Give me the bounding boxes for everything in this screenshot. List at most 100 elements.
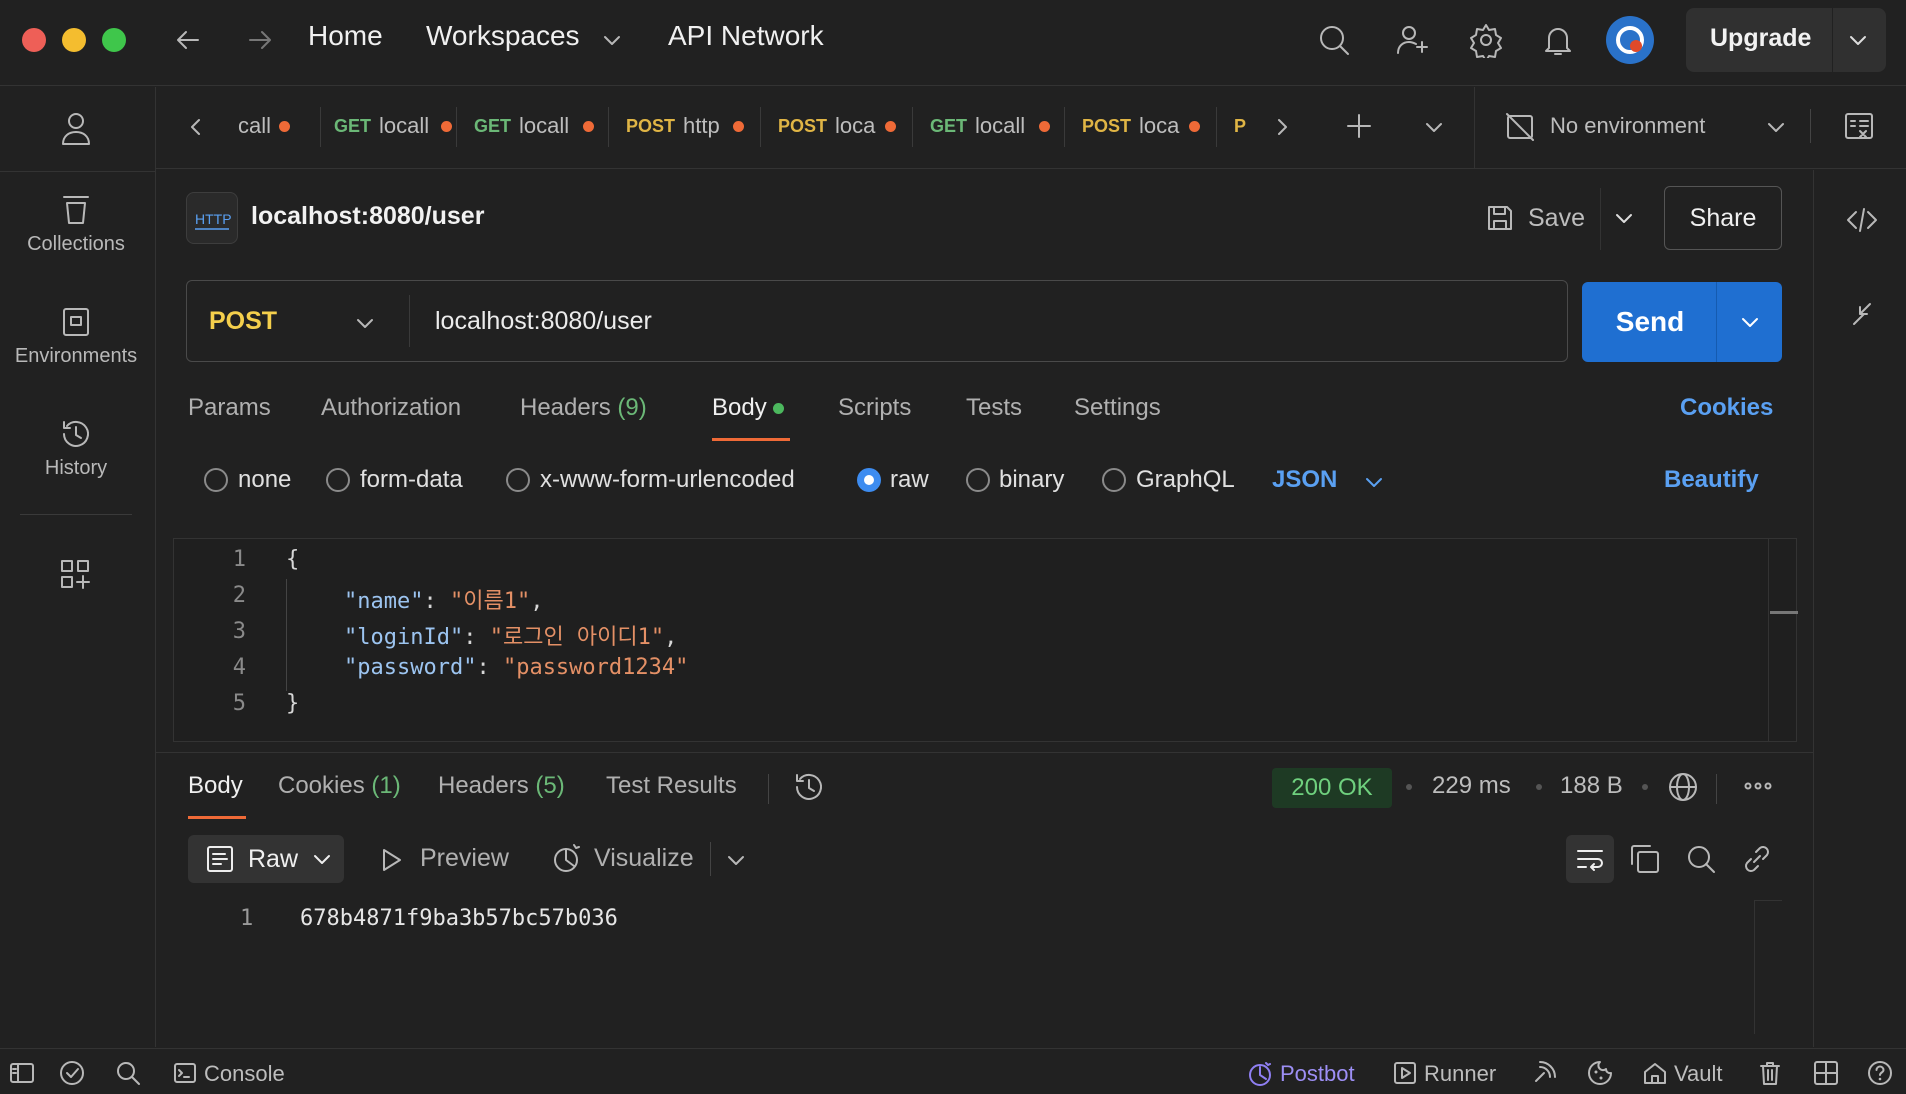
response-tab-body[interactable]: Body <box>188 772 243 800</box>
url-input[interactable]: localhost:8080/user <box>435 307 652 336</box>
request-tab[interactable]: GET locall <box>930 111 1060 141</box>
notifications-bell-icon[interactable] <box>1540 22 1576 58</box>
chevron-down-icon[interactable] <box>600 28 624 52</box>
related-collapse-icon[interactable] <box>1846 298 1878 330</box>
request-body-editor[interactable]: 1 2 3 4 5 { "name": "이름1", "loginId": "로… <box>173 538 1798 742</box>
network-globe-icon[interactable] <box>1666 770 1700 804</box>
tab-tests[interactable]: Tests <box>966 394 1022 422</box>
request-tab[interactable]: P <box>1234 111 1250 141</box>
postbot-button[interactable]: Postbot <box>1246 1057 1366 1089</box>
request-tab[interactable]: POST loca <box>778 111 918 141</box>
help-icon[interactable] <box>1866 1059 1894 1087</box>
two-pane-layout-icon[interactable] <box>1812 1059 1840 1087</box>
upgrade-button[interactable]: Upgrade <box>1710 24 1811 53</box>
link-icon[interactable] <box>1740 842 1774 876</box>
find-icon[interactable] <box>114 1059 142 1087</box>
environment-selector[interactable]: No environment <box>1504 107 1744 147</box>
line-number: 4 <box>232 655 246 680</box>
back-arrow-icon[interactable] <box>172 24 204 56</box>
radio-raw[interactable] <box>857 468 881 492</box>
save-options-chevron-icon[interactable] <box>1612 206 1636 230</box>
response-tab-cookies[interactable]: Cookies (1) <box>278 772 401 800</box>
upgrade-menu-chevron-icon[interactable] <box>1846 28 1870 52</box>
visualize-button[interactable]: Visualize <box>550 840 700 876</box>
radio-none[interactable] <box>204 468 228 492</box>
top-bar: Home Workspaces API Network Upgrade <box>0 0 1906 86</box>
forward-arrow-icon[interactable] <box>244 24 276 56</box>
sidebar-item-history[interactable]: History <box>0 417 152 480</box>
sidebar-item-collections[interactable]: Collections <box>0 193 152 256</box>
tabs-scroll-left-icon[interactable] <box>186 115 206 139</box>
response-time[interactable]: 229 ms <box>1432 772 1511 800</box>
cookies-link[interactable]: Cookies <box>1680 394 1773 422</box>
beautify-button[interactable]: Beautify <box>1664 466 1759 494</box>
search-response-icon[interactable] <box>1684 842 1718 876</box>
sidebar-item-environments[interactable]: Environments <box>0 305 152 368</box>
maximize-window-button[interactable] <box>102 28 126 52</box>
console-button[interactable]: Console <box>172 1057 302 1089</box>
toggle-sidebar-icon[interactable] <box>8 1059 36 1087</box>
tab-body[interactable]: Body <box>712 394 785 422</box>
save-button[interactable]: Save <box>1484 198 1602 238</box>
cookies-icon[interactable] <box>1586 1059 1614 1087</box>
format-chevron-icon[interactable] <box>1362 470 1386 494</box>
request-tab[interactable]: POST http <box>626 111 766 141</box>
environment-chevron-icon[interactable] <box>1764 115 1788 139</box>
request-tab[interactable]: POST loca <box>1082 111 1222 141</box>
wrap-lines-icon[interactable] <box>1566 835 1614 883</box>
request-tab[interactable]: call <box>238 111 308 141</box>
tab-authorization[interactable]: Authorization <box>321 394 461 422</box>
search-icon[interactable] <box>1316 22 1352 58</box>
tab-headers[interactable]: Headers (9) <box>520 394 647 422</box>
tabs-scroll-right-icon[interactable] <box>1272 115 1292 139</box>
response-tab-headers[interactable]: Headers (5) <box>438 772 565 800</box>
share-button[interactable]: Share <box>1664 186 1782 250</box>
settings-gear-icon[interactable] <box>1468 22 1504 58</box>
capture-requests-icon[interactable] <box>1530 1059 1558 1087</box>
status-badge[interactable]: 200 OK <box>1272 768 1392 808</box>
account-icon[interactable] <box>60 111 92 147</box>
runner-button[interactable]: Runner <box>1392 1057 1502 1089</box>
response-history-icon[interactable] <box>792 770 826 804</box>
send-button[interactable]: Send <box>1582 282 1718 362</box>
send-options-chevron-icon[interactable] <box>1738 310 1762 334</box>
response-tab-test-results[interactable]: Test Results <box>606 772 737 800</box>
sidebar-item-label: Collections <box>27 233 125 255</box>
tab-scripts[interactable]: Scripts <box>838 394 911 422</box>
more-options-icon[interactable] <box>1742 776 1774 796</box>
vault-button[interactable]: Vault <box>1642 1057 1742 1089</box>
method-selector[interactable]: POST <box>209 307 277 336</box>
radio-graphql[interactable] <box>1102 468 1126 492</box>
new-tab-plus-icon[interactable] <box>1344 111 1374 141</box>
status-check-icon[interactable] <box>58 1059 86 1087</box>
close-window-button[interactable] <box>22 28 46 52</box>
preview-button[interactable]: Preview <box>378 842 518 878</box>
request-name[interactable]: localhost:8080/user <box>251 202 484 231</box>
environment-quick-look-icon[interactable] <box>1842 109 1876 143</box>
format-selector[interactable]: JSON <box>1272 466 1337 494</box>
response-body-text[interactable]: 678b4871f9ba3b57bc57b036 <box>300 906 618 931</box>
nav-workspaces[interactable]: Workspaces <box>426 20 580 52</box>
tab-settings[interactable]: Settings <box>1074 394 1161 422</box>
radio-urlencoded[interactable] <box>506 468 530 492</box>
response-size[interactable]: 188 B <box>1560 772 1623 800</box>
method-chevron-icon[interactable] <box>353 311 377 335</box>
add-workbench-icon[interactable] <box>58 557 92 591</box>
minimize-window-button[interactable] <box>62 28 86 52</box>
radio-binary[interactable] <box>966 468 990 492</box>
editor-scrollbar[interactable] <box>1770 611 1798 614</box>
raw-view-selector[interactable]: Raw <box>188 835 344 883</box>
radio-form-data[interactable] <box>326 468 350 492</box>
trash-icon[interactable] <box>1756 1059 1784 1087</box>
request-tab[interactable]: GET locall <box>322 111 452 141</box>
tab-params[interactable]: Params <box>188 394 271 422</box>
tabs-menu-chevron-icon[interactable] <box>1422 115 1446 139</box>
view-options-chevron-icon[interactable] <box>724 848 748 872</box>
user-avatar[interactable] <box>1606 16 1654 64</box>
invite-user-icon[interactable] <box>1394 22 1430 58</box>
code-snippet-icon[interactable] <box>1844 202 1880 238</box>
nav-api-network[interactable]: API Network <box>668 20 824 52</box>
copy-icon[interactable] <box>1628 842 1662 876</box>
nav-home[interactable]: Home <box>308 20 383 52</box>
request-tab[interactable]: GET locall <box>474 111 604 141</box>
